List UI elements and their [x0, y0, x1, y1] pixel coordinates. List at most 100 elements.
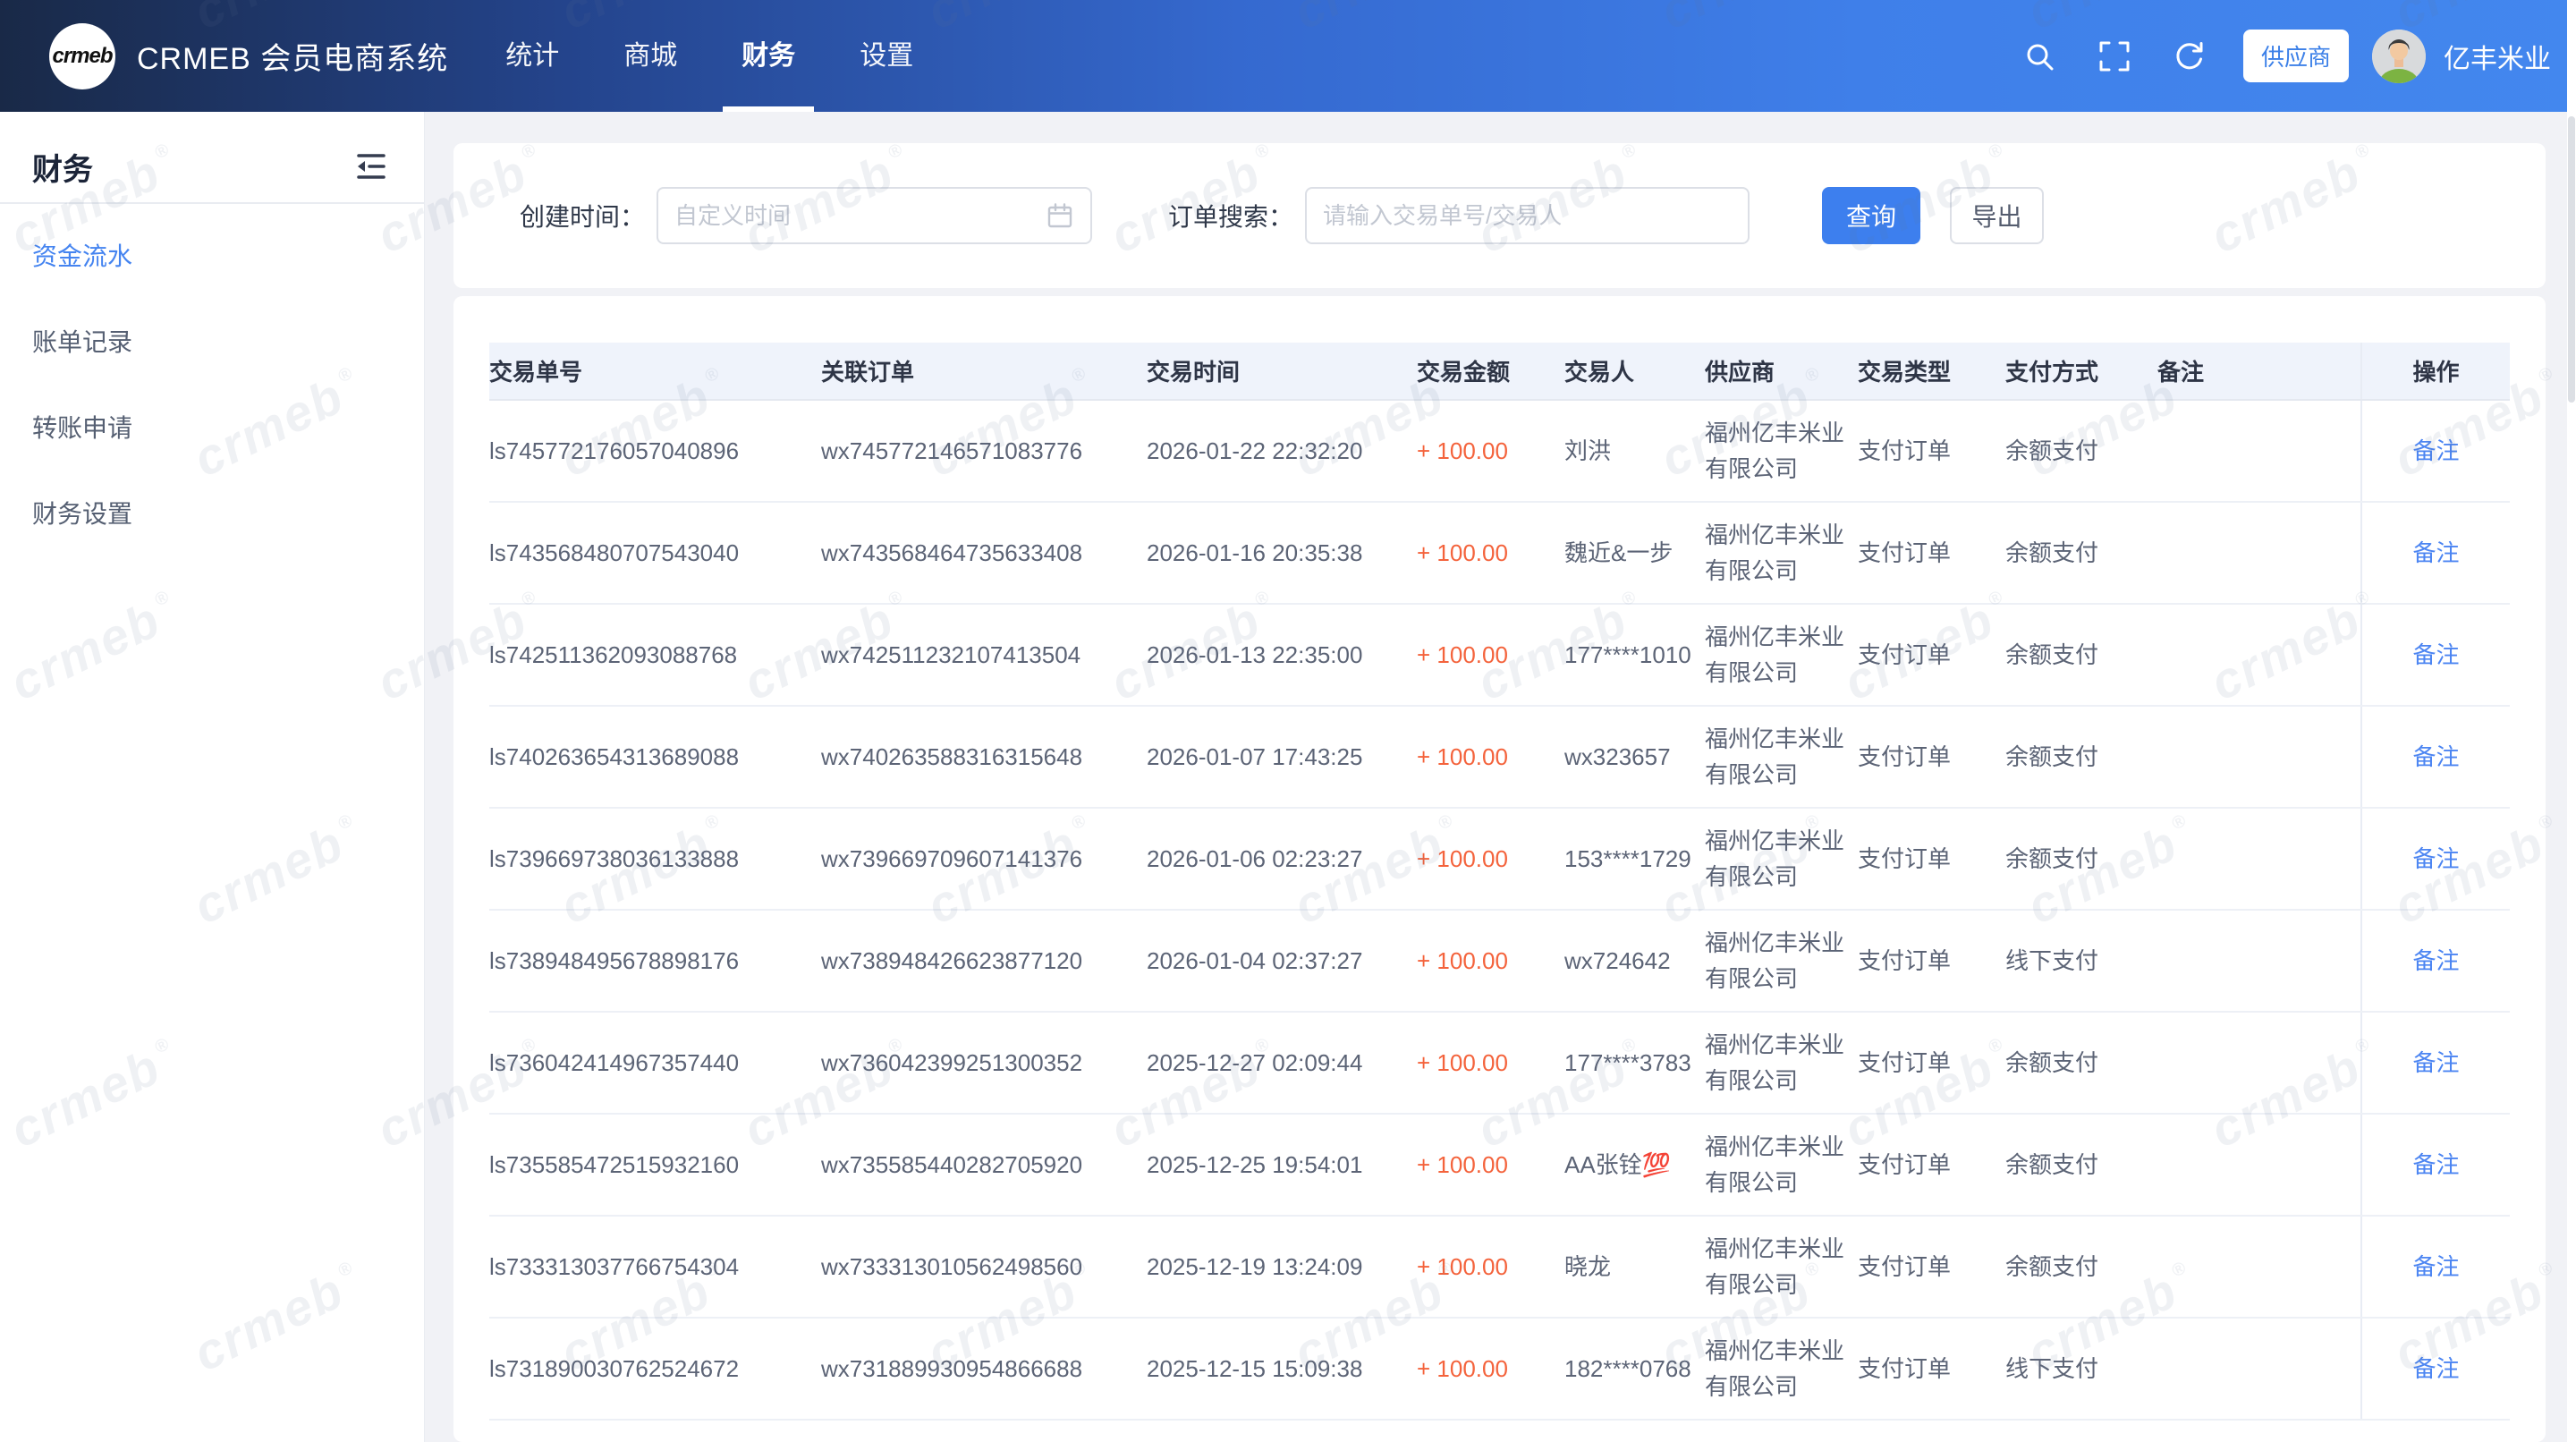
- table-row: ls733313037766754304wx733313010562498560…: [489, 1216, 2510, 1318]
- cell-type: 支付订单: [1858, 1318, 2005, 1420]
- cell-id: ls735585472515932160: [489, 1114, 821, 1216]
- cell-id: ls731890030762524672: [489, 1318, 821, 1420]
- sidebar-item-4[interactable]: 财务设置: [0, 471, 424, 557]
- date-range-field[interactable]: [674, 202, 1038, 230]
- cell-actions: 备注: [2361, 400, 2510, 502]
- app-logo-text: crmeb: [52, 44, 112, 69]
- remark-action-link[interactable]: 备注: [2412, 743, 2459, 770]
- cell-id: ls738948495678898176: [489, 910, 821, 1012]
- table-row: ls740263654313689088wx740263588316315648…: [489, 706, 2510, 808]
- remark-action-link[interactable]: 备注: [2412, 845, 2459, 872]
- cell-order: wx735585440282705920: [821, 1114, 1147, 1216]
- remark-action-link[interactable]: 备注: [2412, 1049, 2459, 1076]
- table-row: ls742511362093088768wx742511232107413504…: [489, 604, 2510, 706]
- cell-time: 2026-01-06 02:23:27: [1147, 808, 1417, 910]
- cell-time: 2026-01-04 02:37:27: [1147, 910, 1417, 1012]
- cell-amount: + 100.00: [1417, 910, 1564, 1012]
- cell-actions: 备注: [2361, 808, 2510, 910]
- sidebar-item-3[interactable]: 转账申请: [0, 386, 424, 471]
- cell-payment: 线下支付: [2005, 910, 2157, 1012]
- cell-amount: + 100.00: [1417, 1216, 1564, 1318]
- avatar[interactable]: [2372, 30, 2426, 83]
- cell-actions: 备注: [2361, 706, 2510, 808]
- supplier-badge[interactable]: 供应商: [2243, 30, 2349, 82]
- cell-id: ls740263654313689088: [489, 706, 821, 808]
- cell-type: 支付订单: [1858, 400, 2005, 502]
- scrollbar-thumb[interactable]: [2568, 116, 2575, 403]
- calendar-icon[interactable]: [1046, 201, 1074, 230]
- cell-amount: + 100.00: [1417, 1318, 1564, 1420]
- cell-actions: 备注: [2361, 604, 2510, 706]
- remark-action-link[interactable]: 备注: [2412, 437, 2459, 464]
- cell-payment: 余额支付: [2005, 706, 2157, 808]
- remark-action-link[interactable]: 备注: [2412, 947, 2459, 974]
- sidebar-item-1[interactable]: 资金流水: [0, 214, 424, 300]
- column-header-4: 交易金额: [1417, 343, 1564, 400]
- collapse-menu-icon[interactable]: [352, 148, 390, 185]
- cell-supplier: 福州亿丰米业有限公司: [1705, 1012, 1858, 1114]
- cell-time: 2025-12-25 19:54:01: [1147, 1114, 1417, 1216]
- date-range-input[interactable]: [657, 187, 1092, 244]
- cell-remark: [2157, 1216, 2361, 1318]
- fullscreen-icon[interactable]: [2097, 38, 2132, 74]
- remark-action-link[interactable]: 备注: [2412, 1151, 2459, 1178]
- remark-action-link[interactable]: 备注: [2412, 539, 2459, 566]
- nav-item-4[interactable]: 设置: [858, 0, 915, 112]
- nav-item-2[interactable]: 商城: [622, 0, 679, 112]
- column-header-8: 支付方式: [2005, 343, 2157, 400]
- order-search-input[interactable]: [1305, 187, 1750, 244]
- cell-actions: 备注: [2361, 910, 2510, 1012]
- nav-item-1[interactable]: 统计: [504, 0, 561, 112]
- cell-id: ls745772176057040896: [489, 400, 821, 502]
- remark-action-link[interactable]: 备注: [2412, 1253, 2459, 1280]
- table-row: ls743568480707543040wx743568464735633408…: [489, 502, 2510, 604]
- query-button[interactable]: 查询: [1822, 187, 1920, 244]
- cell-payment: 线下支付: [2005, 1318, 2157, 1420]
- cell-amount: + 100.00: [1417, 1012, 1564, 1114]
- table-row: ls745772176057040896wx745772146571083776…: [489, 400, 2510, 502]
- cell-supplier: 福州亿丰米业有限公司: [1705, 910, 1858, 1012]
- cell-trader: wx323657: [1564, 706, 1705, 808]
- cell-remark: [2157, 1012, 2361, 1114]
- remark-action-link[interactable]: 备注: [2412, 1355, 2459, 1382]
- remark-action-link[interactable]: 备注: [2412, 641, 2459, 668]
- cell-id: ls733313037766754304: [489, 1216, 821, 1318]
- cell-order: wx738948426623877120: [821, 910, 1147, 1012]
- column-header-6: 供应商: [1705, 343, 1858, 400]
- cell-trader: 177****1010: [1564, 604, 1705, 706]
- cell-remark: [2157, 400, 2361, 502]
- current-user-name[interactable]: 亿丰米业: [2444, 37, 2551, 76]
- search-icon[interactable]: [2021, 38, 2057, 74]
- export-button[interactable]: 导出: [1950, 187, 2044, 244]
- cell-payment: 余额支付: [2005, 1114, 2157, 1216]
- cell-supplier: 福州亿丰米业有限公司: [1705, 502, 1858, 604]
- cell-supplier: 福州亿丰米业有限公司: [1705, 706, 1858, 808]
- cell-remark: [2157, 1318, 2361, 1420]
- app-logo: crmeb: [49, 23, 115, 89]
- cell-actions: 备注: [2361, 1318, 2510, 1420]
- sidebar-menu: 资金流水账单记录转账申请财务设置: [0, 204, 424, 557]
- cell-trader: 刘洪: [1564, 400, 1705, 502]
- cell-type: 支付订单: [1858, 1012, 2005, 1114]
- cell-supplier: 福州亿丰米业有限公司: [1705, 400, 1858, 502]
- transactions-table: 交易单号关联订单交易时间交易金额交易人供应商交易类型支付方式备注操作 ls745…: [489, 343, 2510, 1421]
- cell-amount: + 100.00: [1417, 604, 1564, 706]
- cell-supplier: 福州亿丰米业有限公司: [1705, 604, 1858, 706]
- cell-id: ls742511362093088768: [489, 604, 821, 706]
- cell-supplier: 福州亿丰米业有限公司: [1705, 1114, 1858, 1216]
- cell-remark: [2157, 1114, 2361, 1216]
- sidebar-title: 财务: [32, 145, 93, 189]
- refresh-icon[interactable]: [2172, 38, 2207, 74]
- sidebar-item-2[interactable]: 账单记录: [0, 300, 424, 386]
- scrollbar[interactable]: [2567, 0, 2576, 1442]
- cell-type: 支付订单: [1858, 808, 2005, 910]
- cell-type: 支付订单: [1858, 1216, 2005, 1318]
- table-row: ls736042414967357440wx736042399251300352…: [489, 1012, 2510, 1114]
- cell-amount: + 100.00: [1417, 1114, 1564, 1216]
- cell-type: 支付订单: [1858, 502, 2005, 604]
- nav-item-3[interactable]: 财务: [740, 0, 797, 112]
- table-row: ls731890030762524672wx731889930954866688…: [489, 1318, 2510, 1420]
- cell-order: wx742511232107413504: [821, 604, 1147, 706]
- cell-trader: 177****3783: [1564, 1012, 1705, 1114]
- order-search-field[interactable]: [1323, 202, 1732, 230]
